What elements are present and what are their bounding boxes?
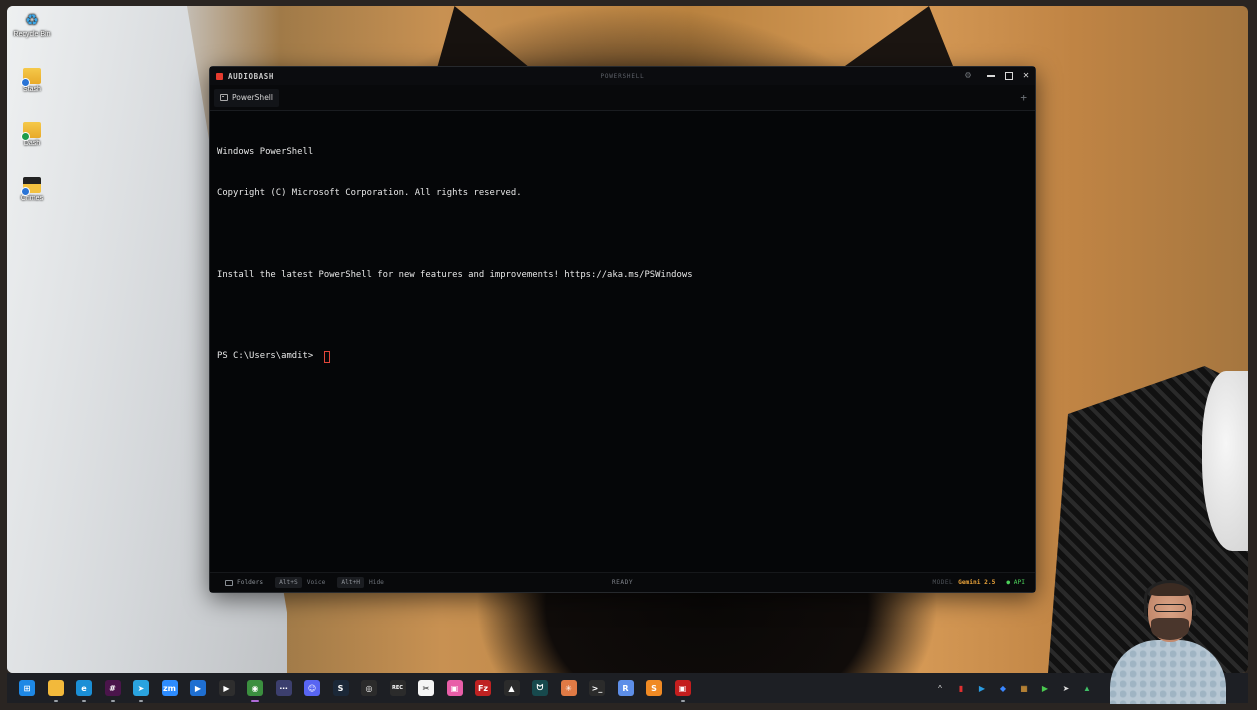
- taskbar-recorder-icon[interactable]: REC: [389, 680, 406, 696]
- desktop-icon-crimes[interactable]: Crimes: [7, 177, 57, 202]
- model-indicator[interactable]: MODEL Gemini 2.5 ● API: [932, 579, 1025, 586]
- tab-label: PowerShell: [232, 93, 273, 102]
- taskbar-start-icon[interactable]: ⊞: [19, 680, 35, 696]
- app-logo-icon: [216, 72, 223, 80]
- voice-shortcut-key[interactable]: Alt+S: [275, 577, 302, 588]
- tab-powershell[interactable]: PowerShell: [214, 88, 279, 107]
- taskbar-sublime-icon[interactable]: S: [646, 680, 662, 696]
- taskbar-steam-icon[interactable]: S: [332, 680, 349, 696]
- taskbar-capcut-icon[interactable]: ✂: [418, 680, 434, 696]
- desktop-icon-stash[interactable]: Stash: [7, 68, 57, 93]
- desktop-icon-label: Dash: [23, 140, 41, 147]
- tray-store-icon[interactable]: ▦: [1019, 683, 1029, 693]
- status-text: READY: [611, 579, 634, 586]
- desktop-icon-dash[interactable]: Dash: [7, 122, 57, 147]
- overflow-icon[interactable]: ^: [935, 683, 945, 693]
- desktop-icon-label: Stash: [23, 86, 41, 93]
- taskbar-app-green-icon[interactable]: ▶: [218, 680, 235, 696]
- taskbar: ⊞ e # ➤ zm ▶ ▶ ◉ ⋯ ☺ S ◎ REC ✂ ▣ Fz ▲ ᗢ ✳ >_ R S ▣ ^ ▮ ▶ ◆ ▦ ▶ ➤ ▲: [7, 673, 1248, 703]
- terminal-prompt-line[interactable]: PS C:\Users\amdit>: [217, 350, 1028, 364]
- taskbar-edge-icon[interactable]: e: [76, 680, 92, 702]
- terminal-line: Install the latest PowerShell for new fe…: [217, 269, 693, 280]
- window-title: POWERSHELL: [600, 72, 645, 80]
- taskbar-file-explorer-icon[interactable]: [47, 680, 64, 702]
- tab-bar: PowerShell +: [210, 85, 1035, 111]
- taskbar-app-teal-icon[interactable]: ᗢ: [532, 680, 548, 696]
- tray-red-icon[interactable]: ▮: [956, 683, 966, 693]
- model-name: Gemini 2.5: [958, 579, 996, 586]
- folder-icon: [21, 122, 41, 141]
- taskbar-zoom-icon[interactable]: zm: [161, 680, 178, 696]
- folder-icon: [21, 177, 41, 196]
- tray-play-icon[interactable]: ▶: [1040, 683, 1050, 693]
- model-label: MODEL: [932, 579, 954, 586]
- recycle-bin-icon: ♻: [25, 12, 39, 29]
- tray-send-icon[interactable]: ➤: [1061, 683, 1071, 693]
- title-bar[interactable]: AUDIOBASH POWERSHELL ⚙ ✕: [210, 67, 1035, 85]
- maximize-button[interactable]: [1004, 72, 1013, 80]
- desktop-icon-recycle-bin[interactable]: ♻ Recycle Bin: [7, 12, 57, 39]
- folders-label: Folders: [237, 579, 264, 586]
- system-tray: ^ ▮ ▶ ◆ ▦ ▶ ➤ ▲: [935, 673, 1092, 703]
- add-tab-button[interactable]: +: [1020, 91, 1031, 104]
- hide-shortcut-key[interactable]: Alt+H: [337, 577, 364, 588]
- terminal-cursor: [323, 350, 330, 363]
- taskbar-photos-icon[interactable]: ▣: [446, 680, 463, 696]
- terminal-output[interactable]: Windows PowerShell Copyright (C) Microso…: [210, 113, 1035, 572]
- app-name: AUDIOBASH: [228, 71, 275, 81]
- taskbar-claude-icon[interactable]: ✳: [560, 680, 577, 696]
- taskbar-terminal-icon[interactable]: >_: [589, 680, 605, 696]
- taskbar-filezilla-icon[interactable]: Fz: [475, 680, 491, 696]
- tray-dropbox-icon[interactable]: ◆: [998, 683, 1008, 693]
- folder-icon: [225, 579, 233, 586]
- minimize-button[interactable]: [986, 75, 995, 77]
- taskbar-app-dots-icon[interactable]: ⋯: [275, 680, 292, 696]
- status-bar: Folders Alt+S Voice Alt+H Hide READY MOD…: [210, 572, 1035, 592]
- tray-green-icon[interactable]: ▲: [1082, 683, 1092, 693]
- desktop-icon-label: Crimes: [20, 195, 44, 202]
- close-button[interactable]: ✕: [1023, 71, 1029, 81]
- taskbar-obs-icon[interactable]: ◎: [361, 680, 377, 696]
- folders-button[interactable]: Folders: [225, 579, 263, 586]
- taskbar-slack-icon[interactable]: #: [104, 680, 121, 702]
- taskbar-chrome-icon[interactable]: ◉: [247, 680, 263, 702]
- api-status: ● API: [1006, 579, 1025, 586]
- terminal-prompt: PS C:\Users\amdit>: [217, 351, 319, 362]
- tray-blue-icon[interactable]: ▶: [977, 683, 987, 693]
- terminal-line: Copyright (C) Microsoft Corporation. All…: [217, 187, 522, 198]
- taskbar-app-blue-icon[interactable]: ▶: [190, 680, 206, 696]
- taskbar-app-r-icon[interactable]: R: [617, 680, 634, 696]
- voice-label: Voice: [306, 579, 326, 586]
- desktop-icon-label: Recycle Bin: [13, 31, 51, 38]
- taskbar-app-hat-icon[interactable]: ▲: [503, 680, 520, 696]
- taskbar-apps: ⊞ e # ➤ zm ▶ ▶ ◉ ⋯ ☺ S ◎ REC ✂ ▣ Fz ▲ ᗢ ✳ >_ R S ▣: [19, 680, 703, 702]
- taskbar-discord-icon[interactable]: ☺: [304, 680, 320, 696]
- taskbar-audiobash-icon[interactable]: ▣: [674, 680, 691, 702]
- window-controls: ⚙ ✕: [965, 71, 1029, 81]
- taskbar-telegram-icon[interactable]: ➤: [133, 680, 149, 702]
- settings-gear-icon[interactable]: ⚙: [965, 71, 971, 81]
- hide-label: Hide: [369, 579, 384, 586]
- terminal-line: Windows PowerShell: [217, 147, 314, 158]
- terminal-icon: [220, 94, 228, 101]
- folder-icon: [21, 68, 41, 87]
- audiobash-window: AUDIOBASH POWERSHELL ⚙ ✕ PowerShell + Wi…: [209, 66, 1036, 593]
